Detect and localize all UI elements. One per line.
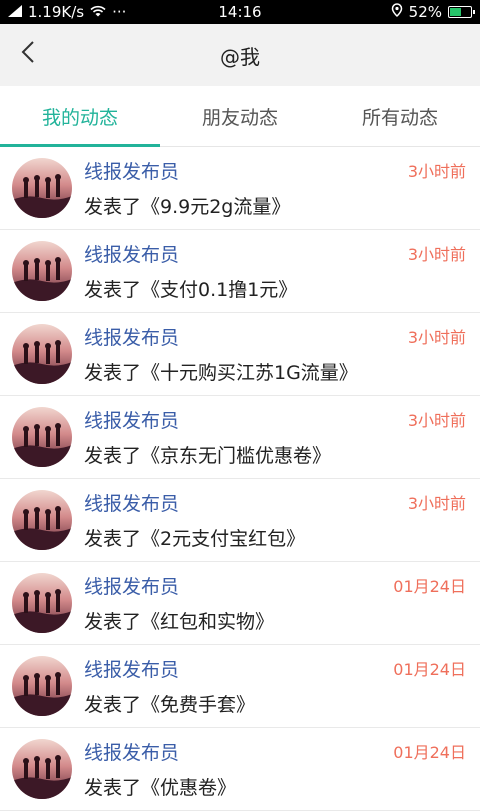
- battery-percent: 52%: [408, 3, 442, 21]
- status-right: 52%: [391, 3, 475, 21]
- tab-all-activity[interactable]: 所有动态: [320, 86, 480, 146]
- back-button[interactable]: [10, 36, 46, 72]
- tab-my-activity[interactable]: 我的动态: [0, 86, 160, 147]
- list-item[interactable]: 线报发布员 发表了《优惠卷》 01月24日: [0, 728, 480, 811]
- location-icon: [391, 3, 403, 21]
- list-item[interactable]: 线报发布员 发表了《京东无门槛优惠卷》 3小时前: [0, 396, 480, 479]
- list-item[interactable]: 线报发布员 发表了《2元支付宝红包》 3小时前: [0, 479, 480, 562]
- timestamp: 01月24日: [393, 660, 466, 679]
- activity-text: 发表了《免费手套》: [84, 694, 256, 716]
- signal-icon: [8, 3, 22, 21]
- list-item[interactable]: 线报发布员 发表了《免费手套》 01月24日: [0, 645, 480, 728]
- wifi-icon: [90, 3, 106, 21]
- activity-text: 发表了《红包和实物》: [84, 611, 275, 633]
- timestamp: 01月24日: [393, 743, 466, 762]
- tab-friends-activity[interactable]: 朋友动态: [160, 86, 320, 146]
- tab-bar: 我的动态 朋友动态 所有动态: [0, 86, 480, 147]
- list-item[interactable]: 线报发布员 发表了《9.9元2g流量》 3小时前: [0, 147, 480, 230]
- activity-text: 发表了《京东无门槛优惠卷》: [84, 445, 332, 467]
- avatar[interactable]: [12, 407, 72, 467]
- status-left: 1.19K/s ···: [8, 3, 126, 21]
- timestamp: 3小时前: [407, 411, 466, 430]
- timestamp: 01月24日: [393, 577, 466, 596]
- avatar[interactable]: [12, 324, 72, 384]
- avatar[interactable]: [12, 490, 72, 550]
- battery-icon: [448, 6, 475, 18]
- avatar[interactable]: [12, 158, 72, 218]
- chevron-left-icon: [21, 40, 35, 68]
- activity-text: 发表了《支付0.1撸1元》: [84, 279, 298, 301]
- activity-text: 发表了《优惠卷》: [84, 777, 237, 799]
- activity-list: 线报发布员 发表了《9.9元2g流量》 3小时前 线报发布员 发表了《支付0.1撸1元…: [0, 147, 480, 811]
- avatar[interactable]: [12, 241, 72, 301]
- network-speed: 1.19K/s: [28, 3, 85, 21]
- timestamp: 3小时前: [407, 245, 466, 264]
- list-item[interactable]: 线报发布员 发表了《支付0.1撸1元》 3小时前: [0, 230, 480, 313]
- list-item[interactable]: 线报发布员 发表了《十元购买江苏1G流量》 3小时前: [0, 313, 480, 396]
- avatar[interactable]: [12, 573, 72, 633]
- status-bar: 1.19K/s ··· 14:16 52%: [0, 0, 480, 24]
- avatar[interactable]: [12, 656, 72, 716]
- more-notifications: ···: [112, 3, 127, 21]
- page-title: @我: [220, 44, 260, 69]
- timestamp: 3小时前: [407, 494, 466, 513]
- timestamp: 3小时前: [407, 328, 466, 347]
- list-item[interactable]: 线报发布员 发表了《红包和实物》 01月24日: [0, 562, 480, 645]
- avatar[interactable]: [12, 739, 72, 799]
- timestamp: 3小时前: [407, 162, 466, 181]
- header: @我: [0, 24, 480, 86]
- activity-text: 发表了《9.9元2g流量》: [84, 196, 291, 218]
- activity-text: 发表了《十元购买江苏1G流量》: [84, 362, 358, 384]
- activity-text: 发表了《2元支付宝红包》: [84, 528, 306, 550]
